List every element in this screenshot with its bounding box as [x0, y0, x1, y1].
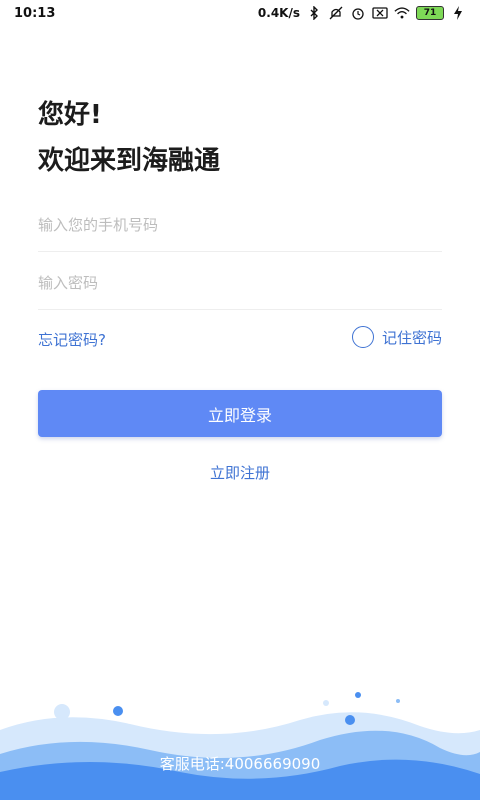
- customer-service-hotline: 客服电话:4006669090: [159, 755, 321, 773]
- bubble-1: [54, 704, 70, 720]
- remember-password-toggle[interactable]: 记住密码: [351, 326, 442, 348]
- bubble-5: [345, 715, 355, 725]
- wifi-icon: [394, 5, 410, 21]
- bubble-4: [355, 692, 361, 698]
- bubble-3: [323, 700, 329, 706]
- forgot-password-link[interactable]: 忘记密码?: [38, 329, 106, 350]
- status-bar: 10:13 0.4K/s 71: [0, 0, 480, 26]
- bubble-6: [396, 699, 400, 703]
- mute-icon: [328, 5, 344, 21]
- phone-field-wrapper: [38, 198, 442, 252]
- bubble-2: [113, 706, 123, 716]
- remember-label: 记住密码: [381, 328, 442, 347]
- status-time: 10:13: [14, 5, 56, 21]
- password-field-wrapper: [38, 256, 442, 310]
- wave-decoration: [0, 692, 480, 800]
- phone-input[interactable]: [38, 198, 442, 251]
- alarm-icon: [350, 5, 366, 21]
- remember-radio[interactable]: [351, 326, 374, 348]
- register-link[interactable]: 立即注册: [0, 462, 480, 483]
- bluetooth-icon: [306, 5, 322, 21]
- charging-icon: [450, 5, 466, 21]
- greeting-hello: 您好!: [38, 100, 102, 130]
- sim-off-icon: [372, 5, 388, 21]
- network-speed: 0.4K/s: [257, 6, 300, 20]
- password-input[interactable]: [38, 256, 442, 309]
- greeting-welcome: 欢迎来到海融通: [38, 146, 221, 176]
- status-icons: 0.4K/s 71: [258, 5, 466, 21]
- login-button[interactable]: 立即登录: [38, 390, 442, 437]
- battery-icon: 71: [416, 6, 444, 20]
